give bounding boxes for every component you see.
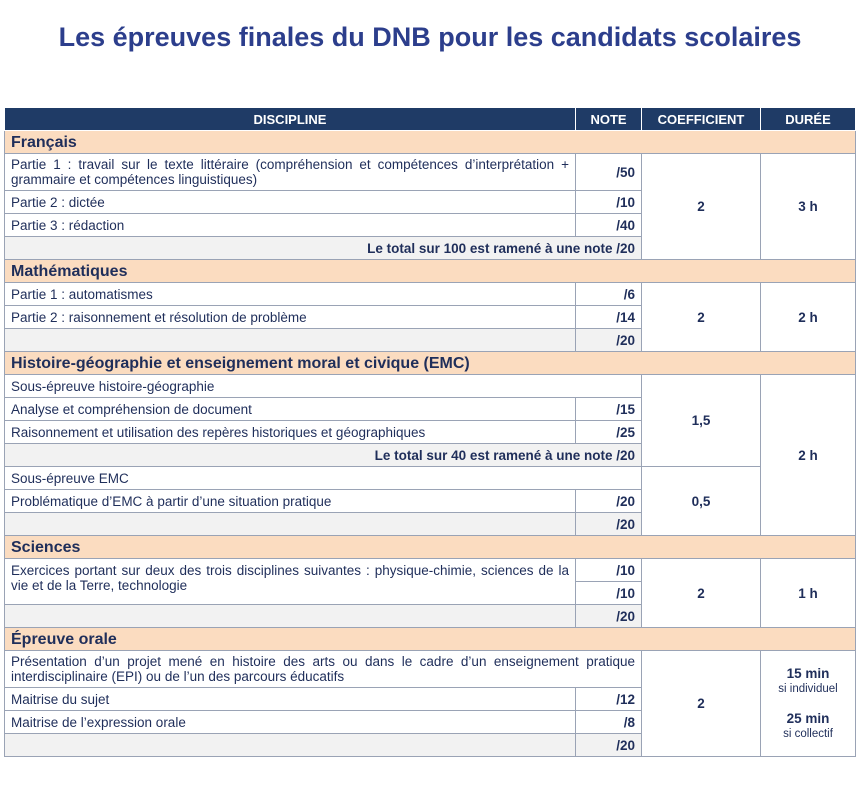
duree-cell: 1 h: [760, 558, 856, 628]
row-label: Partie 3 : rédaction: [4, 213, 576, 237]
total-spacer: [4, 328, 576, 352]
table-row: Exercices portant sur deux des trois dis…: [4, 558, 856, 628]
coefficient-cell: 2: [641, 153, 761, 260]
table-row: Partie 1 : travail sur le texte littérai…: [4, 153, 856, 260]
row-note: /10: [575, 581, 642, 605]
total-spacer: [4, 512, 576, 536]
row-label: Partie 1 : travail sur le texte littérai…: [4, 153, 576, 191]
duree-cell: 2 h: [760, 374, 856, 536]
duree-cell: 15 min si individuel 25 min si collectif: [760, 650, 856, 757]
section-title: Sciences: [4, 535, 856, 559]
total-text: Le total sur 40 est ramené à une note /2…: [4, 443, 642, 467]
total-spacer: [4, 604, 576, 628]
coefficient-cell: 2: [641, 650, 761, 757]
coefficient-cell: 2: [641, 558, 761, 628]
row-label: Partie 2 : dictée: [4, 190, 576, 214]
row-note: /20: [575, 489, 642, 513]
row-label: Analyse et compréhension de document: [4, 397, 576, 421]
row-note: /6: [575, 282, 642, 306]
page-title: Les épreuves finales du DNB pour les can…: [58, 22, 802, 52]
total-spacer: [4, 733, 576, 757]
row-label: Maitrise de l’expression orale: [4, 710, 576, 734]
duree-individuel-label: si individuel: [778, 682, 838, 695]
row-note: /10: [575, 558, 642, 582]
section-title: Histoire-géographie et enseignement mora…: [4, 351, 856, 375]
header-duree: DURÉE: [760, 107, 856, 131]
header-note: NOTE: [575, 107, 642, 131]
row-label: Exercices portant sur deux des trois dis…: [4, 558, 576, 605]
header-discipline: DISCIPLINE: [4, 107, 576, 131]
row-note: /10: [575, 190, 642, 214]
section-title: Épreuve orale: [4, 627, 856, 651]
total-text: /20: [575, 512, 642, 536]
total-text: Le total sur 100 est ramené à une note /…: [4, 236, 642, 260]
row-label: Présentation d’un projet mené en histoir…: [4, 650, 642, 688]
row-note: /15: [575, 397, 642, 421]
row-label: Maitrise du sujet: [4, 687, 576, 711]
subsection-label: Sous-épreuve histoire-géographie: [4, 374, 642, 398]
duree-individuel: 15 min: [786, 665, 830, 681]
table-row: Partie 1 : automatismes /6 2 2 h: [4, 282, 856, 352]
subsection-row: Sous-épreuve histoire-géographie 1,5 2 h: [4, 374, 856, 536]
coefficient-cell: 2: [641, 282, 761, 352]
row-note: /40: [575, 213, 642, 237]
section-histoire: Histoire-géographie et enseignement mora…: [4, 351, 856, 375]
row-note: /25: [575, 420, 642, 444]
section-maths: Mathématiques: [4, 259, 856, 283]
row-note: /14: [575, 305, 642, 329]
duree-cell: 3 h: [760, 153, 856, 260]
row-note: /50: [575, 153, 642, 191]
duree-cell: 2 h: [760, 282, 856, 352]
duree-collectif: 25 min: [786, 710, 830, 726]
intro-row: Présentation d’un projet mené en histoir…: [4, 650, 856, 757]
row-label: Partie 2 : raisonnement et résolution de…: [4, 305, 576, 329]
total-text: /20: [575, 604, 642, 628]
row-label: Problématique d’EMC à partir d’une situa…: [4, 489, 576, 513]
row-note: /8: [575, 710, 642, 734]
coefficient-cell: 0,5: [641, 466, 761, 536]
row-label: Partie 1 : automatismes: [4, 282, 576, 306]
row-label: Raisonnement et utilisation des repères …: [4, 420, 576, 444]
header-row: DISCIPLINE NOTE COEFFICIENT DURÉE: [4, 107, 856, 131]
duree-collectif-label: si collectif: [783, 727, 833, 740]
section-title: Mathématiques: [4, 259, 856, 283]
coefficient-cell: 1,5: [641, 374, 761, 467]
dnb-table: DISCIPLINE NOTE COEFFICIENT DURÉE França…: [4, 107, 856, 757]
section-sciences: Sciences: [4, 535, 856, 559]
section-title: Français: [4, 130, 856, 154]
subsection-label: Sous-épreuve EMC: [4, 466, 642, 490]
subsection-row: Sous-épreuve EMC 0,5: [4, 466, 856, 536]
header-coefficient: COEFFICIENT: [641, 107, 761, 131]
row-note: /12: [575, 687, 642, 711]
total-text: /20: [575, 328, 642, 352]
section-oral: Épreuve orale: [4, 627, 856, 651]
section-francais: Français: [4, 130, 856, 154]
total-text: /20: [575, 733, 642, 757]
